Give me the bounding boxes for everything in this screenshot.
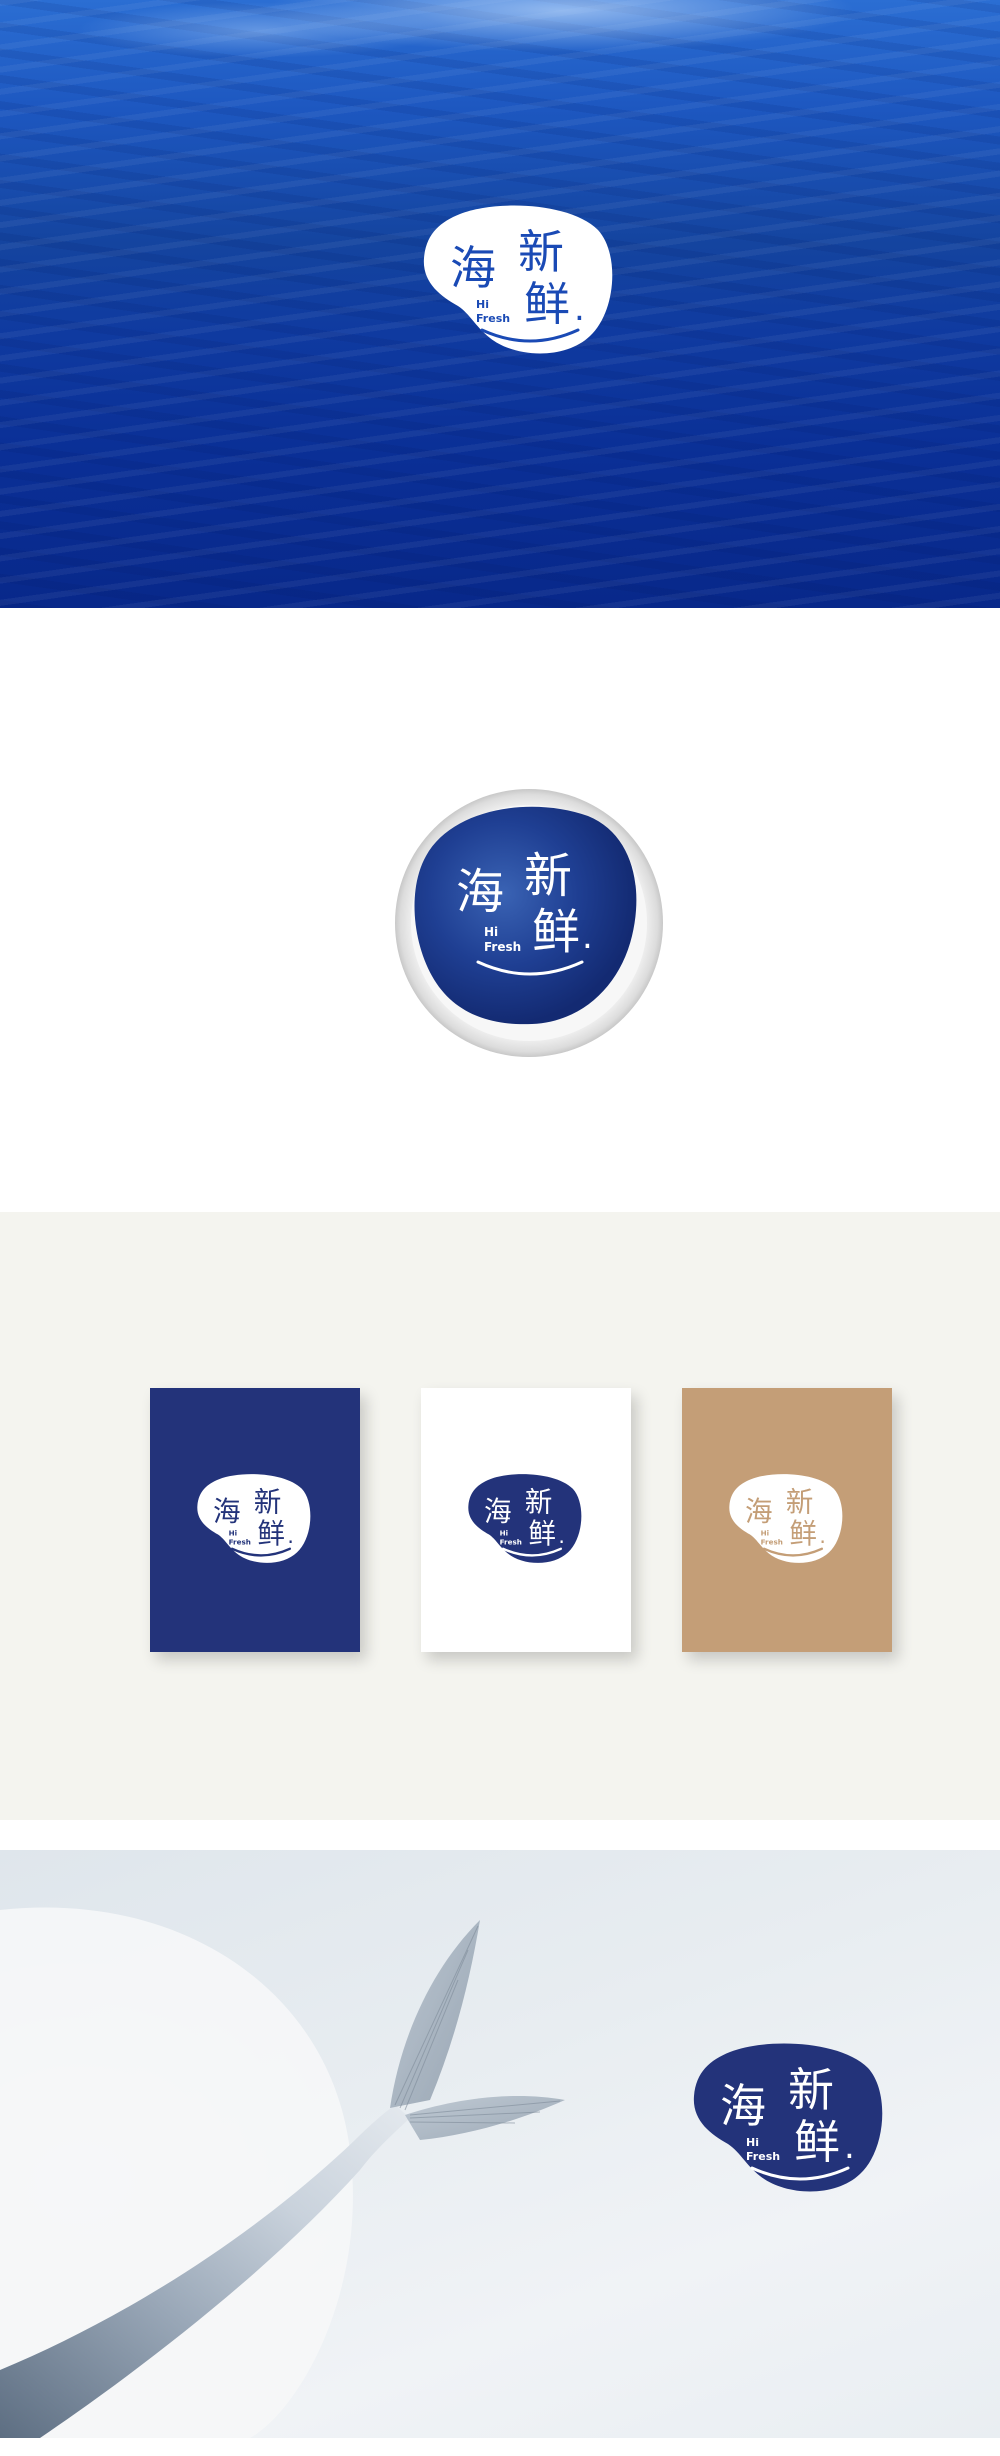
logo-white-on-ocean: 海 新 鲜 . Hi Fresh: [423, 205, 613, 354]
logo-tagline-fresh: Fresh: [476, 312, 510, 325]
logo-tagline-hi: Hi: [229, 1529, 237, 1538]
logo-char-hai: 海: [450, 241, 496, 295]
plate-tagline-fresh: Fresh: [484, 940, 521, 954]
logo-char-hai: 海: [745, 1495, 773, 1528]
card-white: 海 新 鲜 . Hi Fresh: [421, 1388, 631, 1652]
logo-tagline-hi: Hi: [500, 1529, 508, 1538]
logo-dot: .: [574, 289, 585, 329]
plate-mockup: 海 新 鲜 . Hi Fresh: [395, 789, 663, 1057]
logo-tagline-hi: Hi: [476, 298, 489, 311]
logo-char-xian: 鲜: [528, 1517, 556, 1550]
logo-white-on-navy: 海 新 鲜 . Hi Fresh: [197, 1474, 311, 1563]
logo-dot: .: [558, 1524, 564, 1548]
card-tan: 海 新 鲜 . Hi Fresh: [682, 1388, 892, 1652]
logo-dot: .: [287, 1524, 293, 1548]
logo-dot: .: [844, 2127, 855, 2167]
plate-panel: 海 新 鲜 . Hi Fresh: [0, 608, 1000, 1212]
color-cards-panel: 海 新 鲜 . Hi Fresh 海 新 鲜 . Hi Fresh 海 新 鲜 …: [0, 1212, 1000, 1820]
logo-char-xian: 鲜: [524, 277, 570, 331]
plate-tagline-hi: Hi: [484, 925, 498, 939]
logo-tagline-fresh: Fresh: [500, 1538, 522, 1547]
logo-char-xian: 鲜: [789, 1517, 817, 1550]
logo-tagline-hi: Hi: [746, 2136, 759, 2149]
logo-char-xin: 新: [518, 225, 564, 279]
logo-char-hai: 海: [213, 1495, 241, 1528]
logo-tagline-fresh: Fresh: [761, 1538, 783, 1547]
card-navy: 海 新 鲜 . Hi Fresh: [150, 1388, 360, 1652]
plate-char-xian: 鲜: [532, 904, 580, 960]
logo-char-xin: 新: [254, 1486, 282, 1519]
logo-dot: .: [819, 1524, 825, 1548]
logo-char-hai: 海: [484, 1495, 512, 1528]
logo-char-xin: 新: [525, 1486, 553, 1519]
logo-char-xin: 新: [786, 1486, 814, 1519]
ocean-hero-panel: 海 新 鲜 . Hi Fresh: [0, 0, 1000, 608]
logo-char-xian: 鲜: [794, 2115, 840, 2169]
logo-char-xin: 新: [788, 2063, 834, 2117]
plate-dot: .: [582, 917, 593, 957]
fish-photo-panel: 海 新 鲜 . Hi Fresh: [0, 1850, 1000, 2438]
logo-tagline-hi: Hi: [761, 1529, 769, 1538]
logo-char-xian: 鲜: [257, 1517, 285, 1550]
logo-tagline-fresh: Fresh: [229, 1538, 251, 1547]
fish-tail: [390, 1920, 480, 2108]
logo-white-on-tan: 海 新 鲜 . Hi Fresh: [729, 1474, 843, 1563]
logo-tagline-fresh: Fresh: [746, 2150, 780, 2163]
plate-char-xin: 新: [524, 848, 572, 904]
logo-char-hai: 海: [720, 2079, 766, 2133]
logo-navy-on-photo: 海 新 鲜 . Hi Fresh: [693, 2043, 883, 2192]
logo-navy-on-white: 海 新 鲜 . Hi Fresh: [468, 1474, 582, 1563]
plate-char-hai: 海: [456, 864, 504, 920]
